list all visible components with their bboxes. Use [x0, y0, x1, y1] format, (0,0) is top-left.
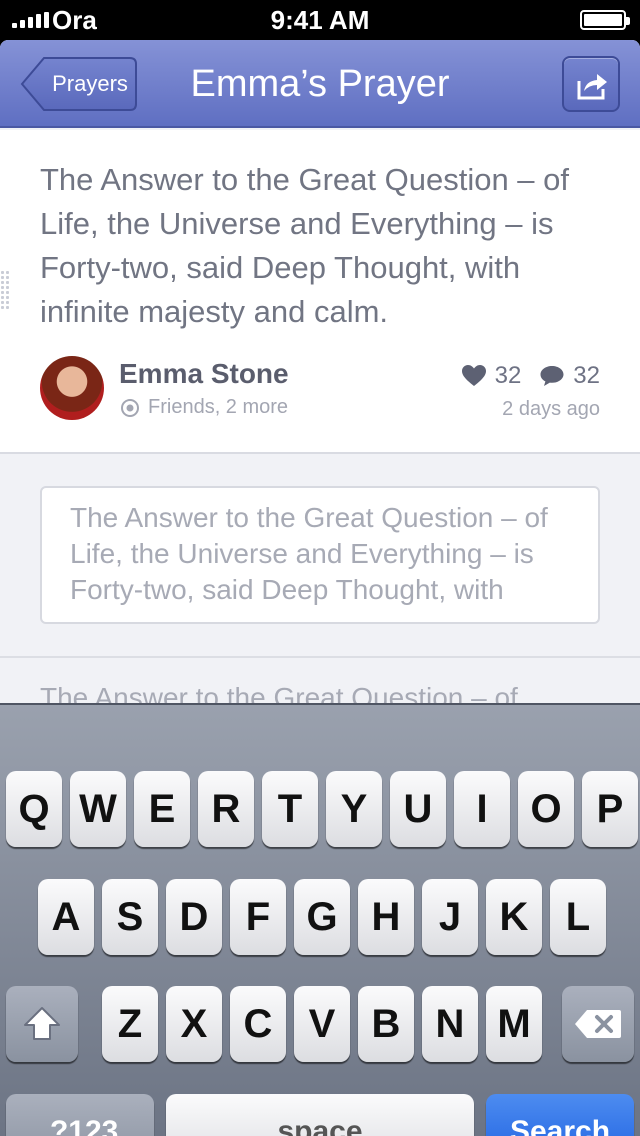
- comment-icon: [540, 366, 564, 386]
- status-time: 9:41 AM: [270, 5, 370, 35]
- back-button-label: Prayers: [52, 71, 128, 96]
- shift-arrow-icon: [24, 1007, 60, 1040]
- prayer-card: The Answer to the Great Question – of Li…: [0, 130, 640, 454]
- audience-label: Friends, 2 more: [148, 396, 289, 418]
- key-u[interactable]: U: [390, 771, 446, 847]
- numbers-key[interactable]: .?123: [6, 1094, 154, 1136]
- key-h[interactable]: H: [358, 879, 414, 955]
- key-n[interactable]: N: [422, 986, 478, 1062]
- key-i[interactable]: I: [454, 771, 510, 847]
- key-k[interactable]: K: [486, 879, 542, 955]
- key-v[interactable]: V: [294, 986, 350, 1062]
- post-timestamp: 2 days ago: [502, 398, 600, 420]
- key-g[interactable]: G: [294, 879, 350, 955]
- like-count-label: 32: [494, 362, 522, 389]
- comment-count[interactable]: 32: [539, 362, 600, 390]
- audience: Friends, 2 more: [120, 396, 288, 419]
- key-f[interactable]: F: [230, 879, 286, 955]
- key-o[interactable]: O: [518, 771, 574, 847]
- drag-handle[interactable]: [0, 270, 10, 310]
- heart-icon: [461, 365, 486, 386]
- avatar[interactable]: [40, 356, 104, 420]
- share-icon: [577, 74, 607, 100]
- battery-icon: [580, 10, 630, 30]
- search-key[interactable]: Search: [486, 1094, 634, 1136]
- key-j[interactable]: J: [422, 879, 478, 955]
- page-title: Emma’s Prayer: [190, 63, 450, 105]
- key-c[interactable]: C: [230, 986, 286, 1062]
- delete-key[interactable]: [562, 986, 634, 1062]
- key-a[interactable]: A: [38, 879, 94, 955]
- author-name[interactable]: Emma Stone: [119, 358, 289, 390]
- key-b[interactable]: B: [358, 986, 414, 1062]
- navigation-bar: Prayers Emma’s Prayer: [0, 40, 640, 128]
- key-m[interactable]: M: [486, 986, 542, 1062]
- key-q[interactable]: Q: [6, 771, 62, 847]
- key-w[interactable]: W: [70, 771, 126, 847]
- key-z[interactable]: Z: [102, 986, 158, 1062]
- app-screen: Prayers Emma’s Prayer The Answer to the …: [0, 40, 640, 1136]
- prayer-text: The Answer to the Great Question – of Li…: [40, 162, 570, 329]
- key-t[interactable]: T: [262, 771, 318, 847]
- back-button[interactable]: Prayers: [20, 56, 138, 112]
- key-p[interactable]: P: [582, 771, 638, 847]
- key-r[interactable]: R: [198, 771, 254, 847]
- key-y[interactable]: Y: [326, 771, 382, 847]
- prayer-stats: 32 32: [461, 362, 600, 390]
- key-x[interactable]: X: [166, 986, 222, 1062]
- keyboard: QWERTYUIOP ASDFGHJKL ZXCVBNM .?123 space…: [0, 703, 640, 1136]
- share-button[interactable]: [562, 56, 620, 112]
- key-s[interactable]: S: [102, 879, 158, 955]
- key-e[interactable]: E: [134, 771, 190, 847]
- comment-count-label: 32: [573, 362, 600, 389]
- space-key[interactable]: space: [166, 1094, 474, 1136]
- divider: [0, 656, 640, 658]
- audience-icon: [121, 398, 139, 417]
- shift-key[interactable]: [6, 986, 78, 1062]
- prayer-input-placeholder: The Answer to the Great Question – of Li…: [70, 502, 548, 605]
- prayer-input[interactable]: The Answer to the Great Question – of Li…: [40, 486, 600, 624]
- like-count[interactable]: 32: [461, 362, 522, 390]
- key-d[interactable]: D: [166, 879, 222, 955]
- status-bar: Ora 9:41 AM: [0, 0, 640, 40]
- backspace-icon: [575, 1010, 621, 1038]
- key-l[interactable]: L: [550, 879, 606, 955]
